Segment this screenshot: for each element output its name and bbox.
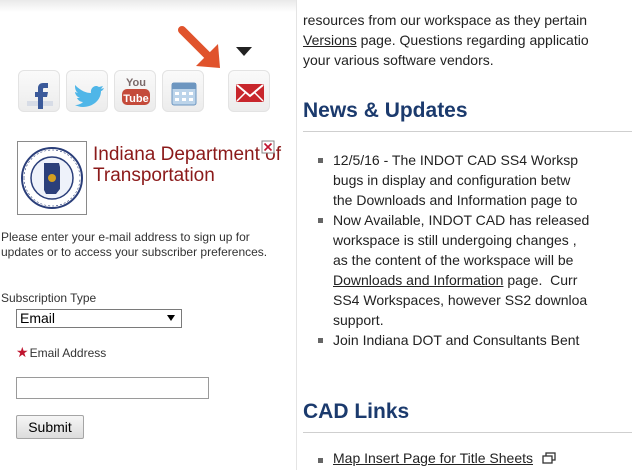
email-label-text: Email Address [29, 346, 107, 360]
signup-instructions: Please enter your e-mail address to sign… [1, 230, 268, 259]
email-icon[interactable] [228, 70, 270, 112]
subscription-type-select[interactable]: Email [16, 309, 182, 328]
submit-button[interactable]: Submit [16, 415, 84, 439]
subscription-type-value: Email [20, 310, 56, 326]
subscription-type-label: Subscription Type [1, 291, 97, 305]
bullet-icon [318, 158, 323, 163]
calendar-icon[interactable] [162, 70, 204, 112]
facebook-icon[interactable] [18, 70, 60, 112]
required-star-icon: ★ [16, 344, 29, 360]
news-heading: News & Updates [303, 99, 468, 122]
bullet-icon [318, 338, 323, 343]
versions-link[interactable]: Versions [303, 32, 357, 48]
cad-links-list: Map Insert Page for Title Sheets [318, 450, 556, 466]
cad-links-heading: CAD Links [303, 400, 410, 423]
chevron-down-icon[interactable] [236, 47, 252, 57]
divider [303, 432, 632, 433]
close-icon[interactable] [261, 140, 275, 154]
email-field[interactable] [16, 377, 209, 399]
arrow-pointer-icon [178, 26, 220, 68]
intro-line: Versions page. Questions regarding appli… [303, 32, 589, 48]
youtube-icon[interactable]: You Tube [114, 70, 156, 112]
downloads-link[interactable]: Downloads and Information [333, 272, 503, 288]
map-insert-link[interactable]: Map Insert Page for Title Sheets [333, 450, 533, 466]
intro-line: your various software vendors. [303, 52, 494, 68]
select-caret-icon [167, 315, 175, 321]
panel-top-shadow [0, 0, 296, 12]
list-item: Map Insert Page for Title Sheets [318, 450, 556, 466]
news-item: 12/5/16 - The INDOT CAD SS4 Worksp bugs … [318, 150, 632, 210]
main-content: resources from our workspace as they per… [303, 0, 632, 470]
external-window-icon [542, 452, 556, 464]
bullet-icon [318, 218, 323, 223]
email-address-label: ★Email Address [16, 344, 106, 361]
svg-text:Tube: Tube [123, 93, 148, 105]
divider [303, 131, 632, 132]
news-item: Join Indiana DOT and Consultants Bent [318, 330, 632, 350]
indot-seal-logo [17, 141, 87, 215]
subscription-panel: You Tube Indiana Department of Transport… [0, 0, 297, 470]
news-item: Now Available, INDOT CAD has released wo… [318, 210, 632, 330]
bullet-icon [318, 458, 323, 463]
agency-name: Indiana Department of Transportation [93, 144, 282, 186]
twitter-icon[interactable] [66, 70, 108, 112]
svg-text:You: You [126, 77, 146, 89]
intro-line: resources from our workspace as they per… [303, 12, 588, 28]
intro-paragraph: resources from our workspace as they per… [303, 10, 632, 70]
news-list: 12/5/16 - The INDOT CAD SS4 Worksp bugs … [318, 150, 632, 350]
